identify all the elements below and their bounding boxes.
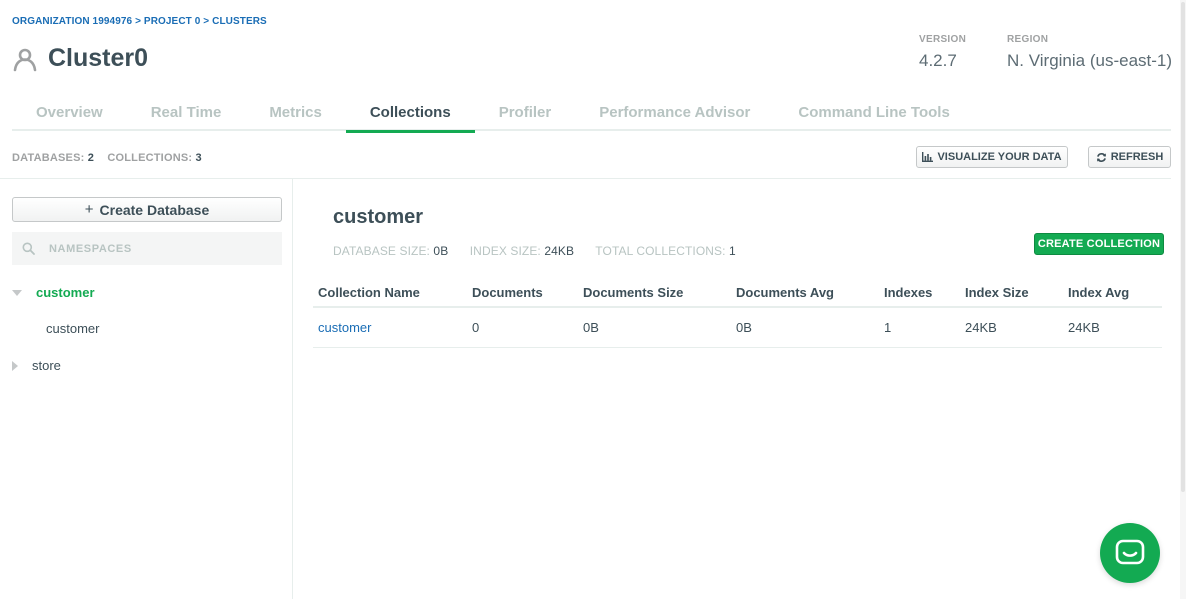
version-label: VERSION xyxy=(919,34,967,45)
refresh-label: REFRESH xyxy=(1110,151,1164,163)
region-info: REGION N. Virginia (us-east-1) xyxy=(1007,34,1172,71)
table-cell: 0B xyxy=(578,307,731,348)
cluster-tabs: Overview Real Time Metrics Collections P… xyxy=(12,96,1171,133)
sidebar-db-label: store xyxy=(32,358,61,373)
column-header[interactable]: Collection Name xyxy=(313,278,467,308)
total-collections-label: TOTAL COLLECTIONS: xyxy=(595,244,726,258)
table-cell: 24KB xyxy=(1063,307,1162,348)
page-scrollbar[interactable] xyxy=(1180,0,1186,599)
version-value: 4.2.7 xyxy=(919,51,957,70)
visualize-data-button[interactable]: VISUALIZE YOUR DATA xyxy=(916,146,1068,168)
bar-chart-icon xyxy=(922,152,934,162)
collection-name-link[interactable]: customer xyxy=(313,307,467,348)
sidebar-db-customer[interactable]: customer xyxy=(12,285,95,300)
chat-widget-button[interactable] xyxy=(1100,523,1160,583)
index-size-value: 24KB xyxy=(544,244,575,258)
breadcrumb-separator: > xyxy=(203,16,210,27)
cluster-person-icon xyxy=(13,48,37,71)
total-collections-value: 1 xyxy=(729,244,736,258)
tab-collections[interactable]: Collections xyxy=(345,96,475,133)
create-database-label: Create Database xyxy=(99,201,210,218)
collections-table: Collection Name Documents Documents Size… xyxy=(313,278,1162,348)
table-header-row: Collection Name Documents Documents Size… xyxy=(313,278,1162,308)
visualize-data-label: VISUALIZE YOUR DATA xyxy=(937,151,1062,163)
caret-right-icon xyxy=(12,360,18,371)
namespace-search xyxy=(12,232,282,265)
collections-count: 3 xyxy=(195,152,202,164)
create-database-button[interactable]: + Create Database xyxy=(12,197,282,222)
sidebar-db-label: customer xyxy=(36,285,95,300)
table-cell: 0B xyxy=(731,307,879,348)
cluster-name: Cluster0 xyxy=(48,44,149,72)
column-header[interactable]: Documents xyxy=(467,278,578,308)
region-value: N. Virginia (us-east-1) xyxy=(1007,51,1173,70)
refresh-icon xyxy=(1096,152,1106,162)
create-collection-button[interactable]: CREATE COLLECTION xyxy=(1034,233,1164,255)
database-title: customer xyxy=(333,206,424,228)
caret-down-icon xyxy=(12,289,22,296)
breadcrumb-project[interactable]: PROJECT 0 xyxy=(144,16,200,27)
breadcrumb: ORGANIZATION 1994976 > PROJECT 0 > CLUST… xyxy=(12,16,267,27)
databases-count: 2 xyxy=(87,152,95,164)
divider xyxy=(0,178,1171,179)
breadcrumb-separator: > xyxy=(135,16,142,27)
table-cell: 1 xyxy=(879,307,960,348)
database-stats: DATABASE SIZE: 0B INDEX SIZE: 24KB TOTAL… xyxy=(333,244,754,258)
index-size-label: INDEX SIZE: xyxy=(469,244,541,258)
sidebar-db-store[interactable]: store xyxy=(12,358,61,373)
column-header[interactable]: Documents Avg xyxy=(731,278,879,308)
tab-performance-advisor[interactable]: Performance Advisor xyxy=(575,96,774,131)
column-header[interactable]: Documents Size xyxy=(578,278,731,308)
tab-real-time[interactable]: Real Time xyxy=(127,96,246,131)
databases-label: DATABASES: xyxy=(12,152,85,164)
sidebar-divider xyxy=(292,178,293,599)
version-info: VERSION 4.2.7 xyxy=(919,34,966,71)
table-cell: 24KB xyxy=(960,307,1063,348)
namespace-stats: DATABASES: 2 COLLECTIONS: 3 xyxy=(12,152,212,164)
breadcrumb-organization[interactable]: ORGANIZATION 1994976 xyxy=(12,16,132,27)
db-size-label: DATABASE SIZE: xyxy=(333,244,430,258)
scrollbar-thumb[interactable] xyxy=(1181,2,1185,492)
column-header[interactable]: Index Size xyxy=(960,278,1063,308)
page-title: Cluster0 xyxy=(12,44,148,73)
search-icon xyxy=(22,242,35,255)
chat-icon xyxy=(1115,539,1145,565)
region-label: REGION xyxy=(1007,34,1049,45)
tab-profiler[interactable]: Profiler xyxy=(475,96,576,131)
refresh-button[interactable]: REFRESH xyxy=(1088,146,1171,168)
column-header[interactable]: Indexes xyxy=(879,278,960,308)
breadcrumb-clusters[interactable]: CLUSTERS xyxy=(212,16,267,27)
table-row: customer 0 0B 0B 1 24KB 24KB xyxy=(313,307,1162,348)
tab-command-line-tools[interactable]: Command Line Tools xyxy=(774,96,973,131)
column-header[interactable]: Index Avg xyxy=(1063,278,1162,308)
plus-icon: + xyxy=(84,201,94,218)
db-size-value: 0B xyxy=(433,244,449,258)
tab-overview[interactable]: Overview xyxy=(12,96,127,131)
table-cell: 0 xyxy=(467,307,578,348)
namespace-search-input[interactable] xyxy=(49,242,269,255)
sidebar-collection-customer[interactable]: customer xyxy=(46,321,99,336)
tab-metrics[interactable]: Metrics xyxy=(245,96,346,131)
collections-label: COLLECTIONS: xyxy=(107,152,193,164)
